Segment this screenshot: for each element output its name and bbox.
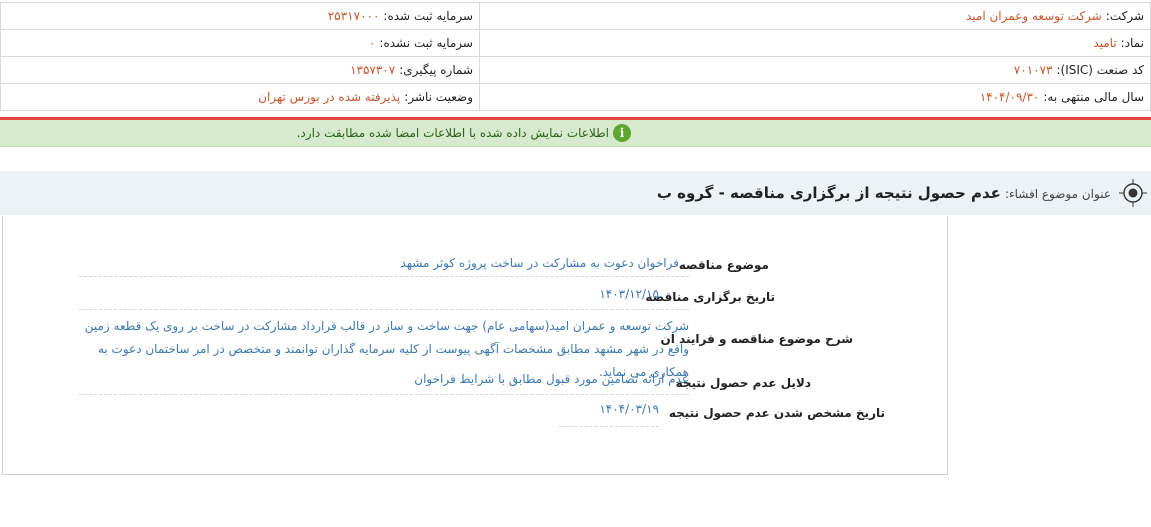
tender-date-label: تاریخ برگزاری مناقصه: [645, 290, 775, 304]
publisher-status-value: پذیرفته شده در بورس تهران: [258, 90, 401, 104]
fiscal-year-cell: سال مالی منتهی به:۱۴۰۴/۰۹/۳۰: [479, 83, 1151, 111]
capital-registered-cell: سرمایه ثبت شده:۲۵۳۱۷۰۰۰: [0, 2, 480, 30]
result-date-label: تاریخ مشخص شدن عدم حصول نتیجه: [668, 406, 885, 420]
fiscal-year-value: ۱۴۰۴/۰۹/۳۰: [979, 90, 1040, 104]
company-info-table: شرکت:شرکت توسعه وعمران امید سرمایه ثبت ش…: [0, 2, 1151, 111]
verification-alert: i اطلاعات نمایش داده شده با اطلاعات امضا…: [0, 120, 1151, 147]
info-icon: i: [613, 124, 631, 142]
publisher-status-cell: وضعیت ناشر:پذیرفته شده در بورس تهران: [0, 83, 480, 111]
capital-registered-label: سرمایه ثبت شده:: [383, 9, 473, 23]
tracking-label: شماره پیگیری:: [399, 63, 473, 77]
target-icon: [1119, 179, 1147, 207]
disclosure-label: عنوان موضوع افشاء:: [1004, 187, 1111, 201]
publisher-status-label: وضعیت ناشر:: [404, 90, 473, 104]
disclosure-heading: عنوان موضوع افشاء:عدم حصول نتیجه از برگز…: [657, 184, 1111, 202]
disclosure-title-bar: عنوان موضوع افشاء:عدم حصول نتیجه از برگز…: [0, 171, 1151, 215]
row-divider: [559, 426, 659, 427]
tender-subject-value: فراخوان دعوت به مشارکت در ساخت پروژه کوث…: [400, 256, 679, 270]
company-label: شرکت:: [1105, 9, 1144, 23]
tender-details-panel: موضوع مناقصه فراخوان دعوت به مشارکت در س…: [2, 216, 948, 475]
disclosure-title: عدم حصول نتیجه از برگزاری مناقصه - گروه …: [656, 184, 1001, 202]
isic-value: ۷۰۱۰۷۳: [1013, 63, 1053, 77]
tracking-value: ۱۳۵۷۳۰۷: [350, 63, 396, 77]
company-value[interactable]: شرکت توسعه وعمران امید: [966, 9, 1102, 23]
result-date-value: ۱۴۰۴/۰۳/۱۹: [599, 402, 659, 416]
symbol-cell: نماد: تامید: [479, 29, 1151, 57]
capital-registered-value: ۲۵۳۱۷۰۰۰: [327, 9, 380, 23]
tender-subject-label: موضوع مناقصه: [678, 258, 769, 272]
description-label: شرح موضوع مناقصه و فرایند ان: [660, 332, 853, 346]
alert-text: اطلاعات نمایش داده شده با اطلاعات امضا ش…: [296, 126, 609, 140]
fiscal-year-label: سال مالی منتهی به:: [1043, 90, 1144, 104]
row-divider: [79, 394, 689, 395]
capital-unregistered-value: ۰: [368, 36, 376, 50]
info-row-fiscal: سال مالی منتهی به:۱۴۰۴/۰۹/۳۰ وضعیت ناشر:…: [0, 83, 1151, 111]
capital-unregistered-cell: سرمایه ثبت نشده:۰: [0, 29, 480, 57]
tracking-cell: شماره پیگیری:۱۳۵۷۳۰۷: [0, 56, 480, 84]
reasons-value: عدم ارائه تضامین مورد قبول مطابق با شرای…: [414, 372, 689, 386]
symbol-label: نماد:: [1120, 36, 1144, 50]
info-row-isic: کد صنعت (ISIC):۷۰۱۰۷۳ شماره پیگیری:۱۳۵۷۳…: [0, 56, 1151, 84]
tender-date-value: ۱۴۰۳/۱۲/۱۵: [599, 287, 659, 301]
capital-unregistered-label: سرمایه ثبت نشده:: [379, 36, 473, 50]
row-divider: [79, 309, 689, 310]
isic-cell: کد صنعت (ISIC):۷۰۱۰۷۳: [479, 56, 1151, 84]
symbol-value[interactable]: تامید: [1093, 36, 1116, 50]
isic-label: کد صنعت (ISIC):: [1056, 63, 1144, 77]
row-divider: [79, 276, 689, 277]
info-row-company: شرکت:شرکت توسعه وعمران امید سرمایه ثبت ش…: [0, 2, 1151, 30]
reasons-label: دلایل عدم حصول نتیجه: [675, 376, 811, 390]
info-row-symbol: نماد: تامید سرمایه ثبت نشده:۰: [0, 29, 1151, 57]
company-cell: شرکت:شرکت توسعه وعمران امید: [479, 2, 1151, 30]
